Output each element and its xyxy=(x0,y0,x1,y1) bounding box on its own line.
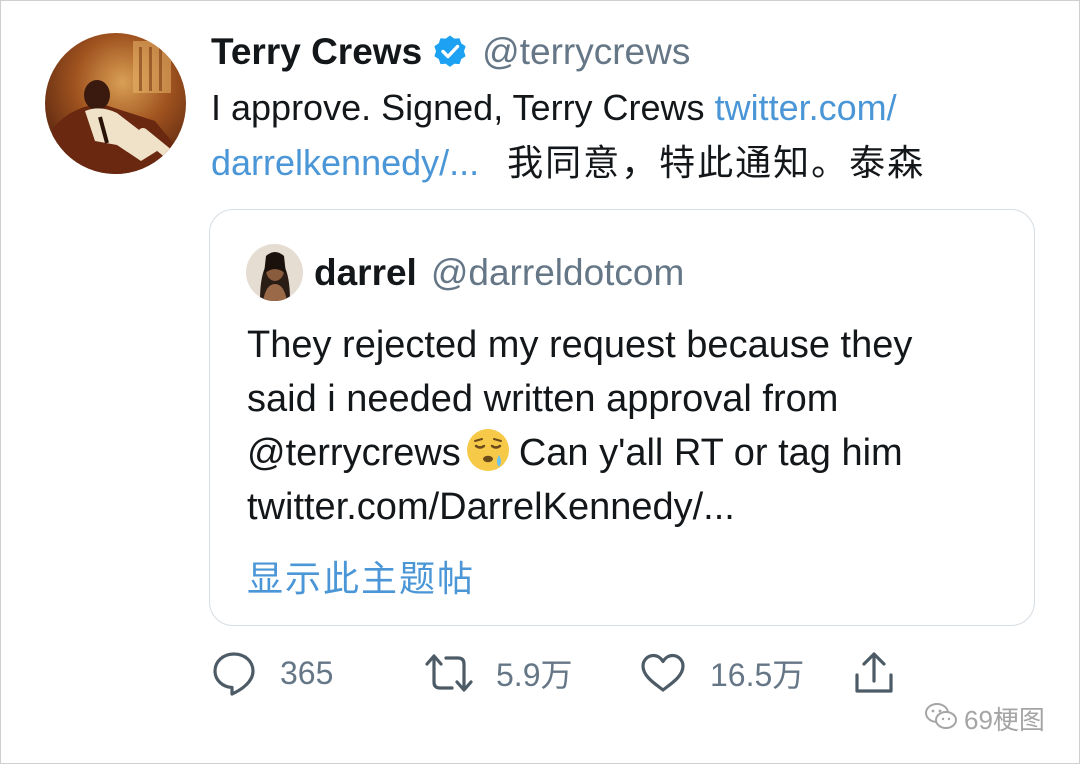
quoted-text-line-3-rest: Can y'all RT or tag him xyxy=(518,432,903,474)
retweet-action[interactable]: 5.9万 xyxy=(424,648,573,698)
sleepy-face-emoji-icon xyxy=(465,427,511,473)
tweet-text-chinese: 我同意，特此通知。泰森 xyxy=(507,142,926,183)
heart-icon xyxy=(640,652,686,694)
wechat-icon xyxy=(924,701,958,736)
quoted-tweet-header: darrel @darreldotcom xyxy=(314,248,684,298)
retweet-icon xyxy=(424,652,474,694)
reply-icon xyxy=(212,650,256,696)
quoted-text-line-2: said i needed written approval from xyxy=(247,378,839,420)
quoted-tweet-card[interactable]: darrel @darreldotcom They rejected my re… xyxy=(209,209,1035,626)
tweet-text-body: I approve. Signed, Terry Crews xyxy=(211,87,715,128)
quoted-mention[interactable]: @terrycrews xyxy=(247,432,461,474)
quoted-author-handle[interactable]: @darreldotcom xyxy=(431,252,685,294)
verified-badge-icon xyxy=(432,34,468,70)
like-action[interactable]: 16.5万 xyxy=(640,648,804,698)
tweet-header: Terry Crews @terrycrews xyxy=(211,27,690,77)
show-thread-link[interactable]: 显示此主题帖 xyxy=(247,550,475,602)
share-icon xyxy=(853,651,895,695)
quoted-text-line-3: @terrycrews Can y'all RT or tag him xyxy=(247,426,1027,480)
like-count: 16.5万 xyxy=(710,657,805,693)
tweet-text-line-1: I approve. Signed, Terry Crews twitter.c… xyxy=(211,80,1051,135)
tweet-link-end[interactable]: darrelkennedy/... xyxy=(211,142,479,183)
quoted-text-line-1: They rejected my request because they xyxy=(247,324,913,366)
tweet-text: I approve. Signed, Terry Crews twitter.c… xyxy=(211,80,1051,190)
quoted-text-line-4[interactable]: twitter.com/DarrelKennedy/... xyxy=(247,480,1027,534)
tweet-text-line-2: darrelkennedy/... 我同意，特此通知。泰森 xyxy=(211,135,1051,190)
watermark-text: 69梗图 xyxy=(964,704,1045,735)
reply-action[interactable]: 365 xyxy=(212,648,333,698)
quoted-author-name[interactable]: darrel xyxy=(314,252,417,294)
author-handle[interactable]: @terrycrews xyxy=(482,31,690,73)
quoted-tweet-text: They rejected my request because they sa… xyxy=(247,318,1027,534)
retweet-count: 5.9万 xyxy=(496,657,573,693)
quoted-author-avatar[interactable] xyxy=(246,244,303,301)
author-name[interactable]: Terry Crews xyxy=(211,31,422,73)
watermark: 69梗图 xyxy=(924,698,1045,738)
author-avatar[interactable] xyxy=(45,33,186,174)
tweet-link-start[interactable]: twitter.com/ xyxy=(715,87,897,128)
share-action[interactable] xyxy=(853,648,895,698)
reply-count: 365 xyxy=(280,654,334,691)
